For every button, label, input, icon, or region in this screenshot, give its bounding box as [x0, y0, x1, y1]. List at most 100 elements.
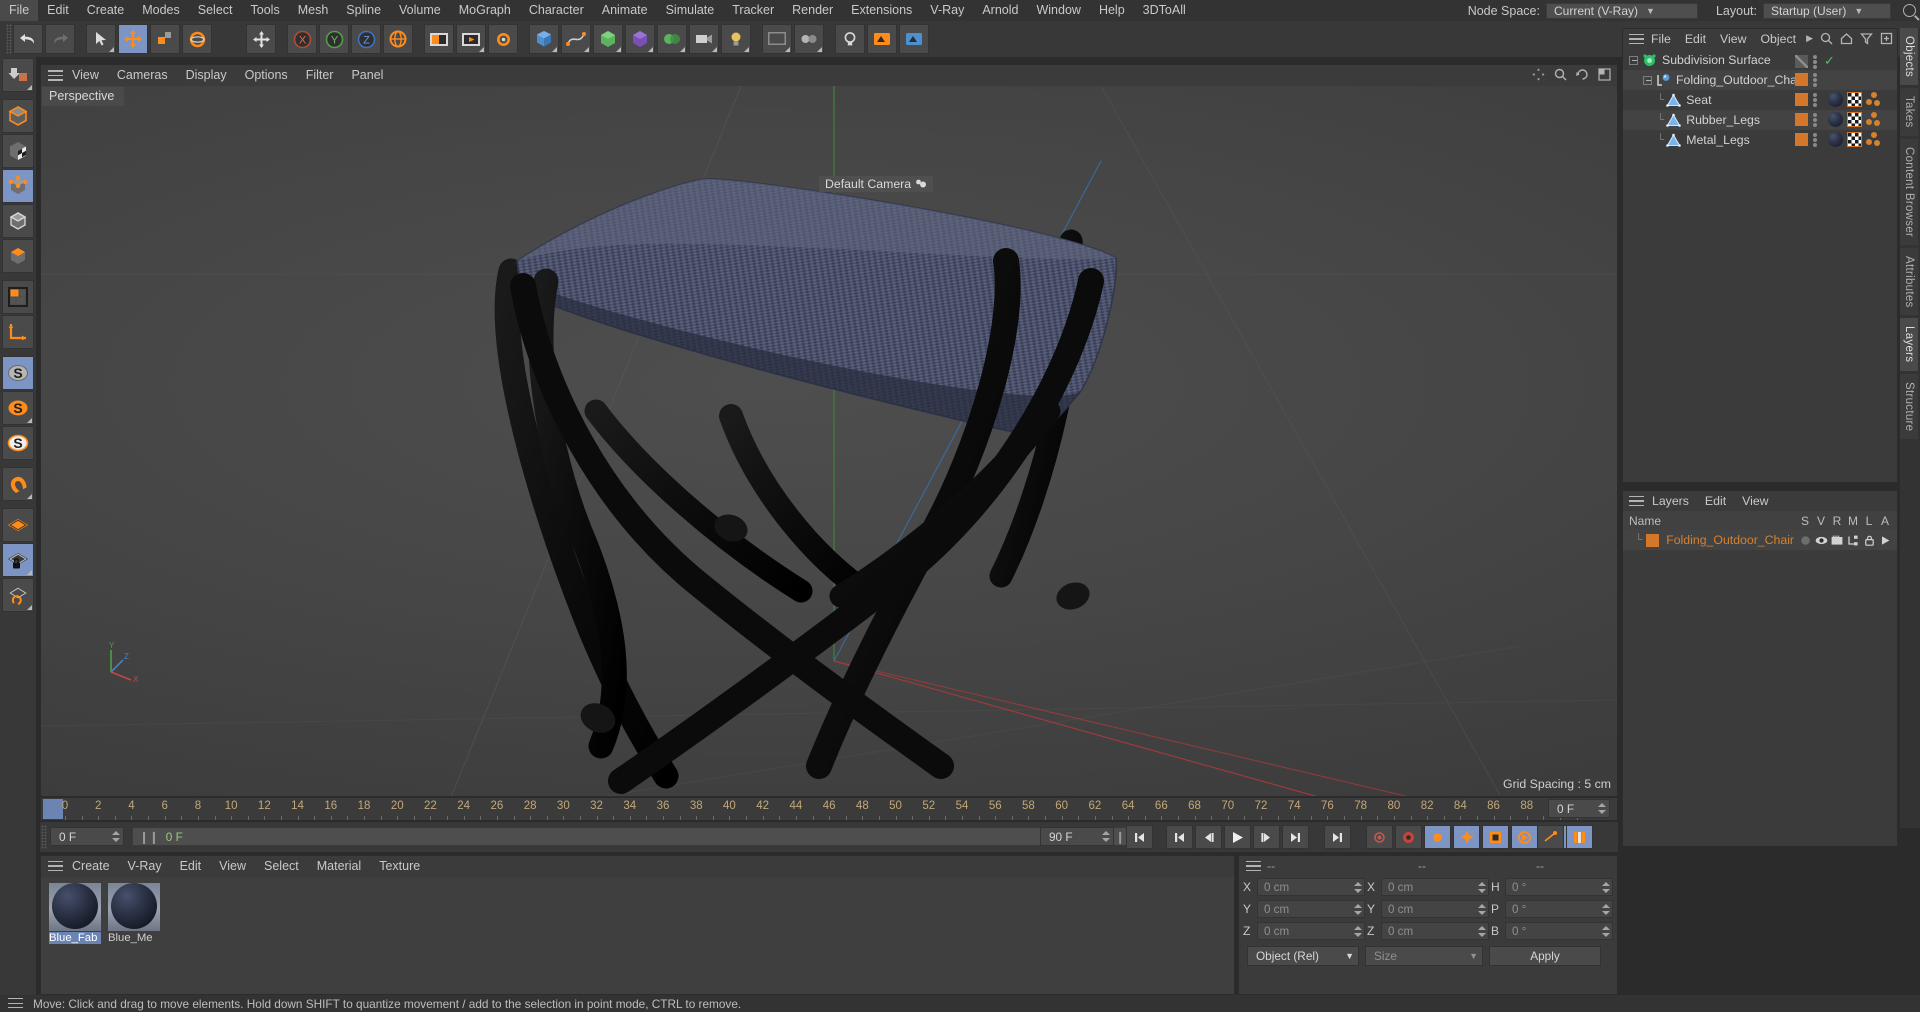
camera-view-button[interactable] [794, 24, 824, 54]
add-deformer-button[interactable] [625, 24, 655, 54]
model-mode-button[interactable] [2, 99, 34, 133]
stepper-icon[interactable] [1354, 903, 1362, 916]
material-menu-create[interactable]: Create [63, 856, 119, 876]
selection-tool-button[interactable] [86, 24, 116, 54]
world-object-axis-button[interactable] [2, 315, 34, 349]
lock-toggle-icon[interactable] [1861, 535, 1877, 546]
animation-toggle-icon[interactable] [1877, 535, 1893, 546]
add-panel-icon[interactable] [1880, 32, 1893, 45]
add-environment-button[interactable] [657, 24, 687, 54]
object-menu-object[interactable]: Object [1753, 29, 1803, 49]
scale-tool-button[interactable] [150, 24, 180, 54]
tree-expander[interactable] [1643, 75, 1652, 85]
object-tree[interactable]: Subdivision Surface ✓ Folding_Outdoor_Chai… [1623, 50, 1897, 482]
uvw-tag-icon[interactable] [1847, 92, 1862, 107]
material-thumbnail[interactable] [108, 883, 160, 931]
vray-render-button[interactable] [899, 24, 929, 54]
tree-expander[interactable] [1629, 55, 1638, 65]
material-tag-icon[interactable] [1828, 132, 1843, 147]
menu-item-3dtoall[interactable]: 3DToAll [1134, 0, 1195, 21]
rotate-tool-button[interactable] [182, 24, 212, 54]
points-mode-button[interactable] [2, 169, 34, 203]
object-tree-row[interactable]: Subdivision Surface ✓ [1623, 50, 1897, 70]
menu-item-animate[interactable]: Animate [593, 0, 657, 21]
menu-item-mesh[interactable]: Mesh [289, 0, 338, 21]
snap-quantize-button[interactable]: S [2, 426, 34, 460]
viewport-menu-options[interactable]: Options [236, 65, 297, 86]
menu-item-extensions[interactable]: Extensions [842, 0, 921, 21]
material-menu-icon[interactable] [48, 860, 63, 872]
preview-range-bar[interactable]: ❙❙ 0 F 90 F ❙❙ [132, 827, 1132, 846]
maximize-view-icon[interactable] [1598, 68, 1611, 81]
object-menu-icon[interactable] [1629, 33, 1644, 45]
add-cube-object-button[interactable] [529, 24, 559, 54]
menu-item-help[interactable]: Help [1090, 0, 1134, 21]
go-to-start-button[interactable] [1126, 825, 1153, 849]
stepper-icon[interactable] [1478, 881, 1486, 894]
toolbar-grip[interactable] [6, 24, 12, 54]
stepper-icon[interactable] [1354, 881, 1362, 894]
move-gizmo-button[interactable] [246, 24, 276, 54]
manager-toggle-icon[interactable] [1845, 535, 1861, 546]
status-menu-icon[interactable] [8, 998, 23, 1009]
layer-color-tag[interactable] [1795, 93, 1808, 106]
home-icon[interactable] [1840, 32, 1853, 45]
render-to-picture-viewer-button[interactable] [456, 24, 486, 54]
object-menu-edit[interactable]: Edit [1678, 29, 1713, 49]
material-menu-edit[interactable]: Edit [171, 856, 211, 876]
render-view-button[interactable] [424, 24, 454, 54]
light-setup-button[interactable] [835, 24, 865, 54]
enable-axis-button[interactable] [2, 280, 34, 314]
snap-settings-button[interactable]: S [2, 391, 34, 425]
add-camera-button[interactable] [689, 24, 719, 54]
disabled-tag-icon[interactable] [1795, 54, 1808, 68]
stepper-icon[interactable] [1602, 903, 1610, 916]
move-tool-button[interactable] [118, 24, 148, 54]
size-x-field[interactable]: 0 cm [1381, 878, 1489, 896]
folding-chair-model[interactable] [41, 86, 1617, 796]
viewport-menu-view[interactable]: View [63, 65, 108, 86]
dock-tab-layers[interactable]: Layers [1900, 318, 1918, 371]
material-thumbnail[interactable] [49, 883, 101, 931]
end-frame-field[interactable]: 90 F [1040, 827, 1114, 846]
visibility-dots-icon[interactable] [1813, 113, 1817, 127]
magnet-tool-button[interactable] [2, 467, 34, 501]
zoom-view-icon[interactable] [1554, 68, 1567, 81]
uvw-tag-icon[interactable] [1847, 112, 1862, 127]
menu-item-volume[interactable]: Volume [390, 0, 450, 21]
stepper-icon[interactable] [1478, 903, 1486, 916]
stepper-icon[interactable] [1354, 925, 1362, 938]
layer-color-tag[interactable] [1795, 113, 1808, 126]
layer-menu-edit[interactable]: Edit [1697, 491, 1734, 511]
rotate-view-icon[interactable] [1576, 68, 1589, 81]
search-icon[interactable] [1820, 32, 1833, 45]
selection-tag-icon[interactable] [1866, 132, 1883, 147]
render-settings-button[interactable] [488, 24, 518, 54]
layer-color-tag[interactable] [1795, 73, 1808, 86]
apply-button[interactable]: Apply [1489, 946, 1601, 966]
material-tag-icon[interactable] [1828, 92, 1843, 107]
layout-dropdown[interactable]: Startup (User) ▼ [1763, 2, 1891, 19]
play-button[interactable] [1224, 825, 1251, 849]
visibility-dots-icon[interactable] [1813, 73, 1817, 87]
dock-tab-takes[interactable]: Takes [1900, 88, 1918, 136]
lock-x-axis-button[interactable]: X [287, 24, 317, 54]
rotation-b-field[interactable]: 0 ° [1505, 922, 1613, 940]
menu-item-tools[interactable]: Tools [242, 0, 289, 21]
make-editable-button[interactable] [2, 58, 34, 92]
menu-item-arnold[interactable]: Arnold [973, 0, 1027, 21]
polygons-mode-button[interactable] [2, 239, 34, 273]
viewport-menu-icon[interactable] [48, 70, 63, 81]
menu-item-v-ray[interactable]: V-Ray [921, 0, 973, 21]
viewport-menu-cameras[interactable]: Cameras [108, 65, 177, 86]
render-toggle-icon[interactable] [1829, 535, 1845, 546]
viewport-display-button[interactable] [762, 24, 792, 54]
add-light-button[interactable] [721, 24, 751, 54]
timeline-toggle-button[interactable] [1566, 825, 1593, 849]
edges-mode-button[interactable] [2, 204, 34, 238]
coordinate-mode-dropdown[interactable]: Object (Rel) ▼ [1247, 946, 1359, 966]
selection-tag-icon[interactable] [1866, 92, 1883, 107]
current-frame-field[interactable]: 0 F [50, 827, 124, 846]
menu-item-render[interactable]: Render [783, 0, 842, 21]
coordinates-menu-icon[interactable] [1246, 860, 1261, 872]
